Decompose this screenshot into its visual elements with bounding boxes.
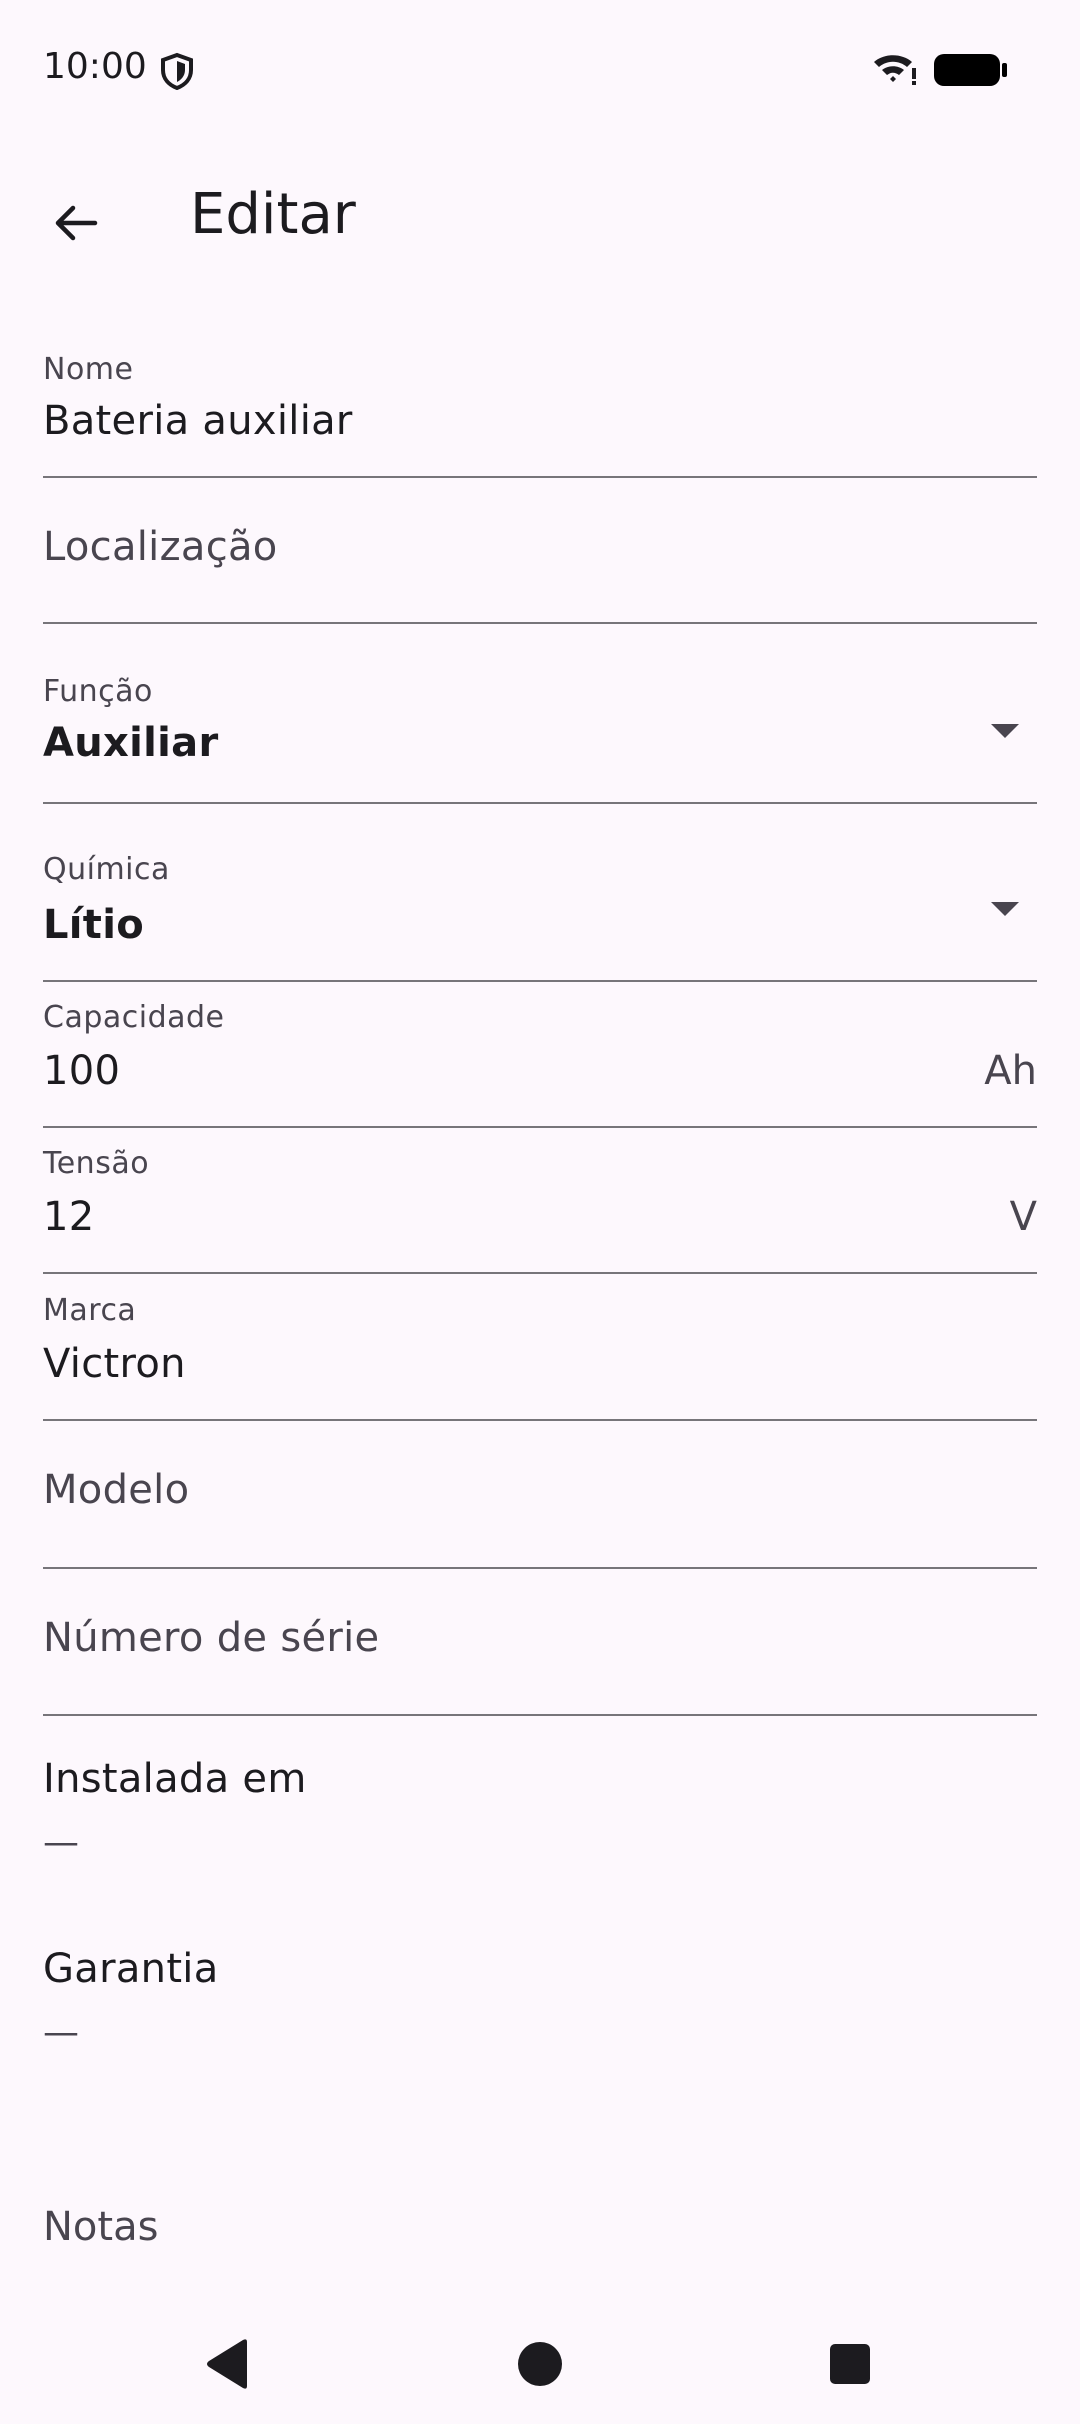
garantia-picker[interactable]: Garantia — (43, 1946, 1037, 2056)
page-title: Editar (190, 182, 356, 247)
triangle-back-icon (203, 2338, 253, 2394)
modelo-placeholder: Modelo (43, 1467, 190, 1513)
battery-icon (934, 52, 1008, 88)
marca-field[interactable]: Marca Victron (43, 1293, 1037, 1421)
quimica-value: Lítio (43, 902, 145, 948)
capacidade-unit: Ah (984, 1048, 1037, 1094)
localizacao-placeholder: Localização (43, 524, 278, 570)
localizacao-field[interactable]: Localização (43, 478, 1037, 624)
square-recents-icon (828, 2342, 872, 2390)
nav-recents-button[interactable] (810, 2326, 890, 2406)
wifi-icon (872, 50, 918, 88)
dropdown-arrow-icon (991, 724, 1019, 738)
funcao-label: Função (43, 674, 153, 709)
dropdown-arrow-icon (991, 902, 1019, 916)
funcao-value: Auxiliar (43, 720, 219, 766)
status-time: 10:00 (43, 46, 147, 87)
capacidade-field[interactable]: Capacidade 100 Ah (43, 1000, 1037, 1128)
instalada-em-picker[interactable]: Instalada em — (43, 1756, 1037, 1866)
nome-field[interactable]: Nome Bateria auxiliar (43, 340, 1037, 478)
marca-label: Marca (43, 1293, 137, 1328)
nav-back-button[interactable] (188, 2326, 268, 2406)
tensao-value: 12 (43, 1194, 95, 1240)
tensao-field[interactable]: Tensão 12 V (43, 1146, 1037, 1274)
nav-home-button[interactable] (500, 2326, 580, 2406)
tensao-label: Tensão (43, 1146, 150, 1181)
circle-home-icon (516, 2340, 564, 2392)
garantia-value: — (43, 2012, 79, 2053)
funcao-dropdown[interactable]: Função Auxiliar (43, 660, 1037, 804)
quimica-label: Química (43, 852, 170, 887)
navigation-bar (0, 2296, 1080, 2424)
status-bar: 10:00 (0, 0, 1080, 140)
numero-serie-field[interactable]: Número de série (43, 1569, 1037, 1716)
back-button[interactable] (30, 185, 120, 265)
tensao-unit: V (1009, 1194, 1037, 1240)
numero-serie-placeholder: Número de série (43, 1615, 380, 1661)
notas-field[interactable]: Notas (43, 2204, 158, 2250)
instalada-em-label: Instalada em (43, 1756, 307, 1802)
arrow-back-icon (51, 199, 99, 251)
instalada-em-value: — (43, 1822, 79, 1863)
marca-value: Victron (43, 1341, 186, 1387)
capacidade-label: Capacidade (43, 1000, 225, 1035)
shield-icon (160, 52, 194, 91)
nome-value: Bateria auxiliar (43, 398, 353, 444)
modelo-field[interactable]: Modelo (43, 1421, 1037, 1569)
nome-label: Nome (43, 352, 134, 387)
quimica-dropdown[interactable]: Química Lítio (43, 840, 1037, 982)
garantia-label: Garantia (43, 1946, 219, 1992)
capacidade-value: 100 (43, 1048, 121, 1094)
app-bar: Editar (0, 160, 1080, 270)
